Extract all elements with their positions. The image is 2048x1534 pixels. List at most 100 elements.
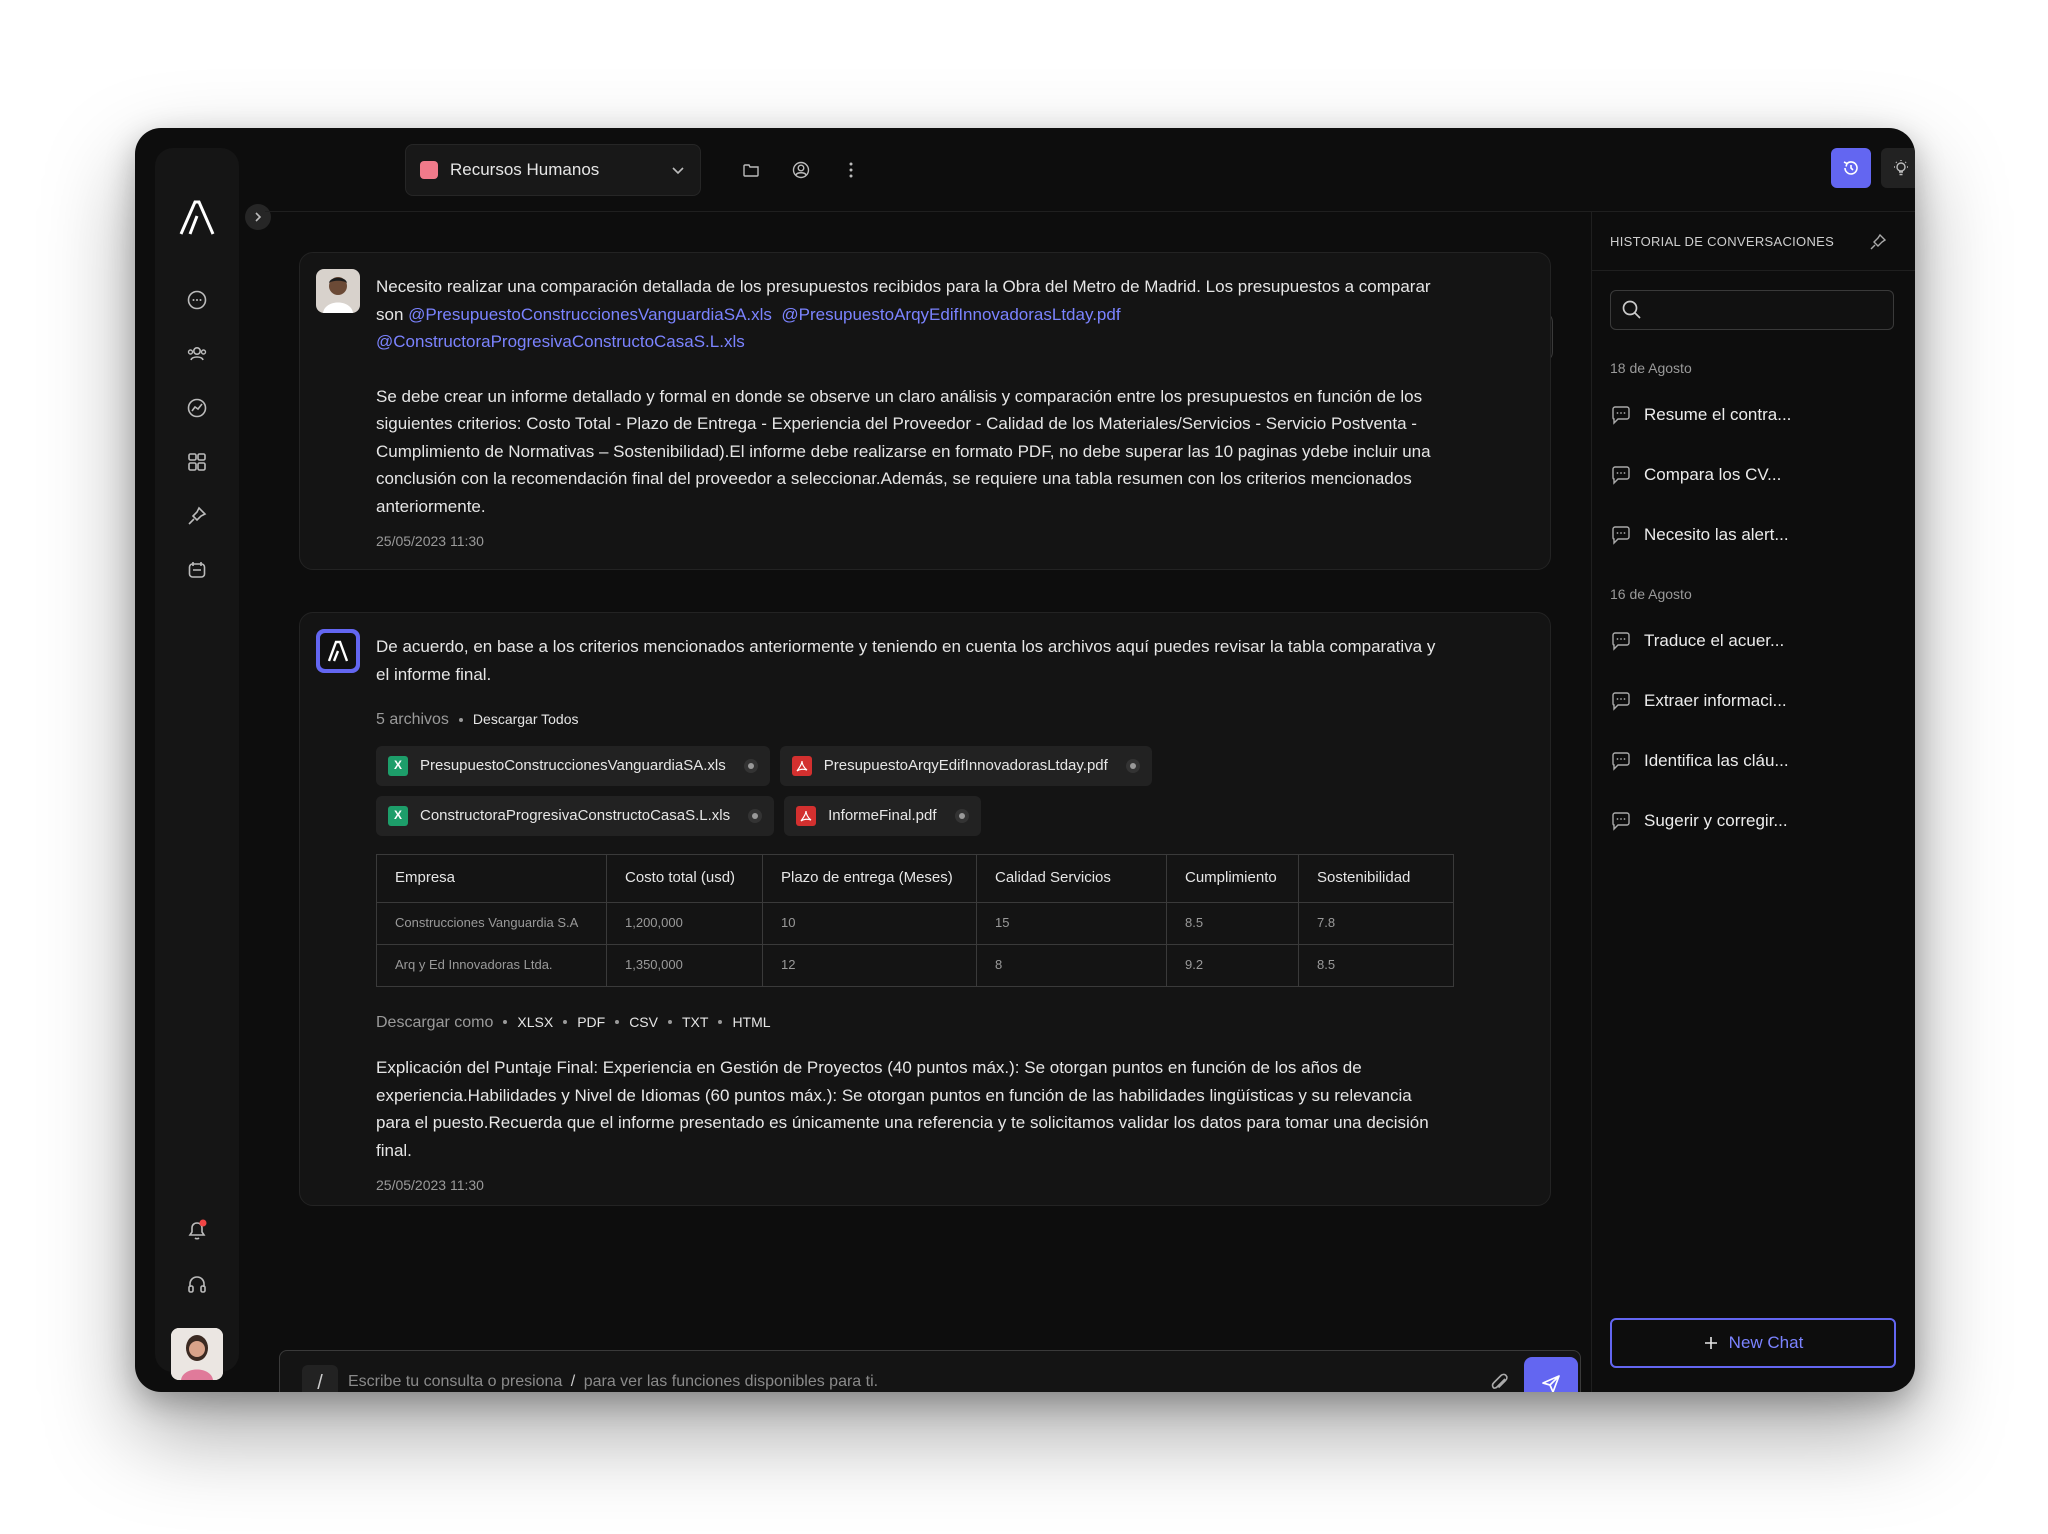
comparison-table: Empresa Costo total (usd) Plazo de entre… [376,853,1454,987]
message-composer[interactable]: / Escribe tu consulta o presiona / para … [279,1350,1581,1392]
file-chip[interactable]: X PresupuestoConstruccionesVanguardiaSA.… [376,745,770,786]
more-options-icon[interactable] [839,158,863,182]
calendar-icon[interactable] [183,556,211,584]
workspace-name: Recursos Humanos [450,160,600,179]
message-timestamp: 25/05/2023 11:30 [376,1177,484,1193]
files-header: 5 archivos Descargar Todos [376,706,1436,734]
chat-bubble-icon [1612,752,1630,771]
chat-bubble-icon [1612,526,1630,545]
separator-dot [667,1020,672,1025]
column-header: Calidad Servicios [976,853,1167,903]
excel-file-icon: X [388,805,408,826]
files-count: 5 archivos [376,711,449,728]
top-bar: Recursos Humanos [265,128,1915,212]
table-cell: 8.5 [1298,943,1454,987]
folder-icon[interactable] [739,158,763,182]
table-cell: 9.2 [1166,943,1299,987]
pin-icon[interactable] [1868,232,1888,252]
history-item[interactable]: Identifica las cláu... [1610,746,1900,776]
pin-icon[interactable] [183,502,211,530]
history-date: 18 de Agosto [1610,360,1692,376]
app-logo-icon[interactable] [177,198,217,238]
separator-dot [718,1020,723,1025]
workspace-selector[interactable]: Recursos Humanos [405,144,701,196]
file-mention-link[interactable]: @PresupuestoArqyEdifInnovadorasLtday.pdf [781,305,1120,324]
composer-placeholder: Escribe tu consulta o presiona / para ve… [348,1373,878,1391]
download-html-link[interactable]: HTML [732,1009,770,1037]
table-cell: 1,350,000 [606,943,763,987]
attached-files: X PresupuestoConstruccionesVanguardiaSA.… [376,745,1236,836]
file-chip[interactable]: InformeFinal.pdf [784,795,981,836]
excel-file-icon: X [388,755,408,776]
table-cell: 15 [976,901,1167,945]
team-icon[interactable] [789,158,813,182]
file-options-icon[interactable] [748,808,763,823]
chat-icon[interactable] [183,286,211,314]
download-txt-link[interactable]: TXT [682,1009,708,1037]
divider [1592,270,1915,271]
history-panel: HISTORIAL DE CONVERSACIONES 18 de Agosto… [1591,212,1915,1392]
placeholder-text: Escribe tu consulta o presiona [348,1373,563,1390]
workspace-color-swatch [420,161,438,179]
new-chat-button[interactable]: New Chat [1610,1318,1896,1368]
history-item[interactable]: Resume el contra... [1610,400,1900,430]
column-header: Empresa [376,853,607,903]
file-options-icon[interactable] [954,808,969,823]
lightbulb-icon [1894,160,1908,176]
user-avatar[interactable] [171,1328,223,1380]
history-item[interactable]: Sugerir y corregir... [1610,806,1900,836]
file-options-icon[interactable] [743,758,758,773]
chat-bubble-icon [1612,406,1630,425]
dashboard-icon[interactable] [183,448,211,476]
download-all-link[interactable]: Descargar Todos [473,706,579,734]
file-mention-link[interactable]: @PresupuestoConstruccionesVanguardiaSA.x… [408,305,772,324]
history-item[interactable]: Extraer informaci... [1610,686,1900,716]
support-headset-icon[interactable] [183,1270,211,1298]
file-mention-link[interactable]: @ConstructoraProgresivaConstructoCasaS.L… [376,332,745,351]
column-header: Cumplimiento [1166,853,1299,903]
chat-bubble-icon [1612,632,1630,651]
column-header: Plazo de entrega (Meses) [762,853,977,903]
history-item-label: Sugerir y corregir... [1644,811,1788,830]
file-name: PresupuestoArqyEdifInnovadorasLtday.pdf [823,756,1108,774]
separator-dot [503,1020,508,1025]
pdf-file-icon [791,755,812,776]
table-cell: 8 [976,943,1167,987]
analytics-icon[interactable] [183,394,211,422]
file-chip[interactable]: PresupuestoArqyEdifInnovadorasLtday.pdf [779,745,1152,786]
file-name: ConstructoraProgresivaConstructoCasaS.L.… [420,806,731,824]
table-header-row: Empresa Costo total (usd) Plazo de entre… [376,853,1454,903]
file-chip[interactable]: X ConstructoraProgresivaConstructoCasaS.… [376,795,775,836]
download-as-row: Descargar como XLSX PDF CSV TXT HTML [376,1009,1436,1037]
attach-file-icon[interactable] [1488,1371,1512,1392]
search-icon [1621,299,1643,321]
ideas-button[interactable] [1881,148,1915,188]
history-toggle-button[interactable] [1831,148,1871,188]
history-item[interactable]: Necesito las alert... [1610,520,1900,550]
file-name: PresupuestoConstruccionesVanguardiaSA.xl… [420,756,726,774]
slash-commands-button[interactable]: / [302,1365,338,1392]
download-csv-link[interactable]: CSV [629,1009,658,1037]
history-item-label: Necesito las alert... [1644,525,1789,544]
history-item[interactable]: Compara los CV... [1610,460,1900,490]
message-timestamp: 25/05/2023 11:30 [376,533,484,549]
history-item-label: Compara los CV... [1644,465,1782,484]
table-cell: 7.8 [1298,901,1454,945]
history-title: HISTORIAL DE CONVERSACIONES [1610,234,1835,249]
app-window: Recursos Humanos Necesito realizar una c… [135,128,1915,1392]
chevron-down-icon [672,167,684,175]
file-options-icon[interactable] [1125,758,1140,773]
users-icon[interactable] [183,340,211,368]
download-pdf-link[interactable]: PDF [577,1009,605,1037]
send-button[interactable] [1524,1357,1578,1392]
download-as-label: Descargar como [376,1013,494,1031]
history-item-label: Extraer informaci... [1644,691,1787,710]
download-xlsx-link[interactable]: XLSX [517,1009,553,1037]
chat-bubble-icon [1612,692,1630,711]
separator-dot [615,1020,620,1025]
notifications-icon[interactable] [183,1216,211,1244]
column-header: Sostenibilidad [1298,853,1454,903]
history-item[interactable]: Traduce el acuer... [1610,626,1900,656]
pdf-file-icon [796,805,817,826]
history-search-input[interactable] [1610,290,1894,330]
